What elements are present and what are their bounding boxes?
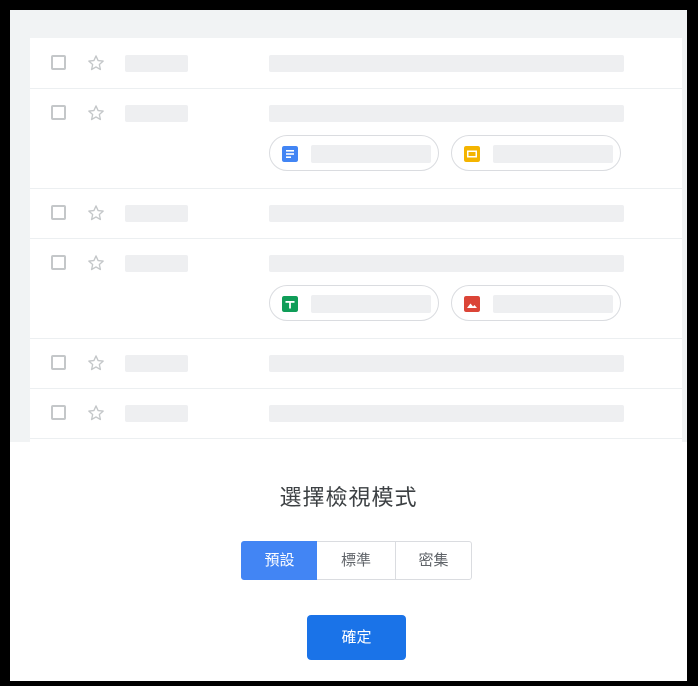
attachment-chip (451, 285, 621, 321)
density-option-compact[interactable]: 密集 (395, 541, 472, 580)
list-item (30, 38, 682, 89)
attachment-name-placeholder (311, 295, 431, 313)
sender-placeholder (125, 105, 188, 122)
attachment-chip (451, 135, 621, 171)
density-dialog: 選擇檢視模式 預設 標準 密集 確定 (10, 10, 687, 681)
subject-placeholder (269, 205, 624, 222)
checkbox-icon (51, 55, 66, 70)
sender-placeholder (125, 205, 188, 222)
list-item (30, 238, 682, 339)
list-item (30, 188, 682, 239)
checkbox-icon (51, 405, 66, 420)
attachment-chip (269, 285, 439, 321)
attachment-name-placeholder (493, 145, 613, 163)
density-option-default[interactable]: 預設 (241, 541, 318, 580)
sender-placeholder (125, 405, 188, 422)
docs-icon (282, 146, 298, 162)
checkbox-icon (51, 205, 66, 220)
density-option-comfortable[interactable]: 標準 (317, 541, 396, 580)
confirm-button[interactable]: 確定 (307, 615, 406, 660)
list-item (30, 338, 682, 389)
star-icon (88, 205, 104, 221)
slides-icon (464, 146, 480, 162)
list-item (30, 388, 682, 439)
subject-placeholder (269, 55, 624, 72)
subject-placeholder (269, 405, 624, 422)
sheets-icon (282, 296, 298, 312)
star-icon (88, 255, 104, 271)
checkbox-icon (51, 255, 66, 270)
attachment-name-placeholder (311, 145, 431, 163)
sender-placeholder (125, 255, 188, 272)
subject-placeholder (269, 355, 624, 372)
star-icon (88, 105, 104, 121)
checkbox-icon (51, 105, 66, 120)
star-icon (88, 355, 104, 371)
image-file-icon (464, 296, 480, 312)
star-icon (88, 55, 104, 71)
list-item (30, 88, 682, 189)
sender-placeholder (125, 55, 188, 72)
attachment-name-placeholder (493, 295, 613, 313)
message-list-preview (30, 38, 682, 442)
star-icon (88, 405, 104, 421)
sender-placeholder (125, 355, 188, 372)
subject-placeholder (269, 105, 624, 122)
checkbox-icon (51, 355, 66, 370)
inbox-preview (10, 10, 687, 442)
subject-placeholder (269, 255, 624, 272)
dialog-title: 選擇檢視模式 (279, 485, 418, 510)
attachment-chip (269, 135, 439, 171)
